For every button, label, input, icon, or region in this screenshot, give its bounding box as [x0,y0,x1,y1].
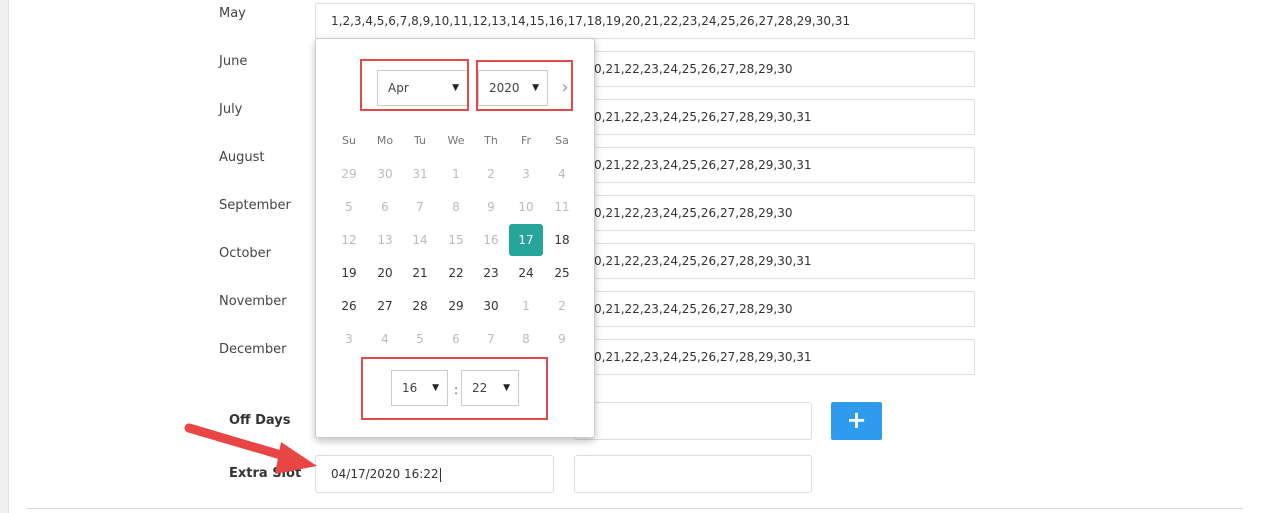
day-cell[interactable]: 18 [545,224,579,256]
day-cell: 9 [487,200,495,214]
day-cell: 8 [452,200,460,214]
day-cell[interactable]: 30 [474,290,508,322]
day-cell: 13 [377,233,393,247]
month-label-november: November [219,294,287,309]
day-cell[interactable]: 19 [332,257,366,289]
day-cell: 7 [416,200,424,214]
day-cell[interactable]: 22 [439,257,473,289]
day-cell[interactable]: 20 [368,257,402,289]
highlight-box-time [361,357,548,420]
add-off-day-button[interactable]: + [831,402,882,440]
day-cell: 2 [558,299,566,313]
day-cell: 3 [345,332,353,346]
month-label-december: December [219,342,287,357]
day-cell[interactable]: 23 [474,257,508,289]
month-label-august: August [219,150,265,165]
day-cell: 8 [522,332,530,346]
annotation-arrow-icon [184,423,317,474]
day-cell: 6 [381,200,389,214]
weekday-label: Su [342,134,356,147]
bottom-divider [26,508,1243,509]
day-cell: 3 [522,167,530,181]
month-label-july: July [219,102,243,117]
day-cell: 5 [345,200,353,214]
day-cell: 1 [452,167,460,181]
month-days-may[interactable]: 1,2,3,4,5,6,7,8,9,10,11,12,13,14,15,16,1… [315,3,975,39]
off-days-input[interactable] [574,402,812,440]
month-label-september: September [219,198,291,213]
day-cell[interactable]: 26 [332,290,366,322]
extra-slot-value: 04/17/2020 16:22 [331,467,439,481]
day-cell: 4 [381,332,389,346]
day-cell: 12 [341,233,357,247]
day-cell: 16 [483,233,499,247]
weekday-label: Sa [555,134,569,147]
day-cell: 11 [554,200,570,214]
extra-slot-second-input[interactable] [574,455,812,493]
day-cell[interactable]: 28 [403,290,437,322]
weekday-label: Fr [520,134,532,147]
day-cell: 9 [558,332,566,346]
month-label-may: May [219,6,246,21]
text-cursor [439,467,441,482]
highlight-box-month [360,59,469,111]
day-cell: 30 [377,167,393,181]
day-cell: 4 [558,167,566,181]
day-cell: 1 [522,299,530,313]
day-cell[interactable]: 25 [545,257,579,289]
day-cell: 5 [416,332,424,346]
day-cell: 14 [412,233,428,247]
weekday-label: Tu [413,134,427,147]
day-cell: 10 [518,200,534,214]
day-cell: 31 [412,167,428,181]
day-cell: 6 [452,332,460,346]
day-cell[interactable]: 24 [509,257,543,289]
day-cell: 7 [487,332,495,346]
month-label-june: June [219,54,248,69]
month-days-text: 1,2,3,4,5,6,7,8,9,10,11,12,13,14,15,16,1… [331,14,851,28]
day-cell[interactable]: 27 [368,290,402,322]
selected-day-cell[interactable]: 17 [509,224,543,256]
day-cell: 15 [448,233,464,247]
weekday-label: We [447,134,465,147]
next-month-chevron-icon[interactable]: › [554,73,576,105]
datetime-picker-popup: Apr ▼ 2020 ▼ › Su Mo Tu We Th Fr Sa 29 30 31 1 2 3 4 5 6… [315,38,595,438]
weekday-label: Mo [376,134,394,147]
day-cell: 29 [341,167,357,181]
page-left-strip [0,0,9,513]
day-cell: 2 [487,167,495,181]
extra-slot-datetime-input[interactable]: 04/17/2020 16:22 [315,455,554,493]
month-label-october: October [219,246,272,261]
weekday-label: Th [484,134,498,147]
day-cell[interactable]: 21 [403,257,437,289]
day-cell[interactable]: 29 [439,290,473,322]
